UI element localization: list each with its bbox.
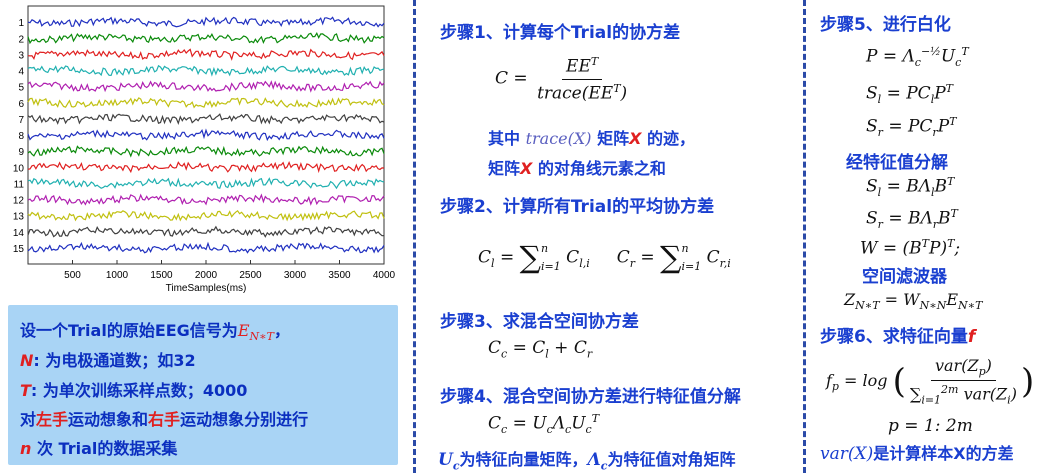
note-trace-2: 矩阵X 的对角线元素之和 xyxy=(488,159,666,178)
info-box: 设一个Trial的原始EEG信号为EN∗T， N: 为电极通道数；如32 T: … xyxy=(8,305,398,465)
step2-title: 步骤2、计算所有Trial的平均协方差 xyxy=(440,197,715,217)
eeg-channel-label: 9 xyxy=(18,147,24,158)
step6-title: 步骤6、求特征向量f xyxy=(820,327,976,347)
note-trace-1: 其中 trace(X) 矩阵X 的迹， xyxy=(488,129,695,148)
eigen-note: Uc为特征向量矩阵，Λc为特征值对角矩阵 xyxy=(438,450,736,473)
eeg-channel-label: 14 xyxy=(13,228,25,239)
eeg-x-axis-label: TimeSamples(ms) xyxy=(166,283,247,294)
eq-sl: Sl = PClPT xyxy=(866,82,954,107)
eeg-channel-label: 12 xyxy=(13,196,25,207)
eeg-x-tick-label: 1000 xyxy=(106,270,129,281)
eeg-channel-label: 3 xyxy=(18,50,24,61)
eq-whitening: P = Λc−½UcT xyxy=(866,45,969,70)
eeg-channel-label: 6 xyxy=(18,99,24,110)
eeg-x-tick-label: 3500 xyxy=(328,270,351,281)
info-line-3: T: 为单次训练采样点数；4000 xyxy=(20,381,248,400)
info-line-5: n 次 Trial的数据采集 xyxy=(20,439,178,458)
eq3-composite: Cc = Cl + Cr xyxy=(488,338,593,361)
eeg-channel-label: 2 xyxy=(18,34,24,45)
eeg-channel-label: 11 xyxy=(14,179,25,190)
eq2-average-covariance: Cl = ∑n i=1 Cl,i Cr = ∑n i=1 Cr,i xyxy=(478,240,731,276)
eq-w: W = (BTP)T; xyxy=(860,237,961,259)
eeg-plot: 1 2 3 4 5 6 7 8 9 10 11 12 13 14 15 500 1000 1500 2000 2500… xyxy=(6,4,396,294)
eq-sr: Sr = PCrPT xyxy=(866,115,957,140)
eeg-x-tick-label: 2500 xyxy=(239,270,262,281)
filter-title: 空间滤波器 xyxy=(862,267,947,287)
eeg-channel-label: 7 xyxy=(18,115,24,126)
eeg-channel-label: 4 xyxy=(18,67,24,78)
eq-sl-eig: Sl = BΛlBT xyxy=(866,175,955,200)
info-line-1: 设一个Trial的原始EEG信号为EN∗T， xyxy=(20,321,290,344)
eeg-channel-label: 10 xyxy=(13,163,25,174)
eeg-x-tick-label: 2000 xyxy=(195,270,218,281)
eeg-channel-label: 5 xyxy=(18,83,24,94)
divider-left xyxy=(413,0,416,473)
eq-feature: fp = log (var(Zp) ∑i=12m var(Zi)) xyxy=(826,356,1035,407)
step1-title: 步骤1、计算每个Trial的协方差 xyxy=(440,23,681,43)
step5-title: 步骤5、进行白化 xyxy=(820,15,951,35)
eq4-eigendecomp: Cc = UcΛcUcT xyxy=(488,412,600,437)
info-line-2: N: 为电极通道数；如32 xyxy=(20,351,196,370)
info-line-4: 对左手运动想象和右手运动想象分别进行 xyxy=(20,410,309,429)
divider-right xyxy=(803,0,806,473)
eq-z: ZN∗T = WN∗NEN∗T xyxy=(844,290,983,313)
eeg-plot-svg: 123456789101112131415500 1000 1500 2000 2500… xyxy=(13,5,396,294)
eeg-x-tick-label: 3000 xyxy=(284,270,307,281)
eeg-x-tick-label: 4000 xyxy=(373,270,396,281)
var-note: var(X)是计算样本X的方差 xyxy=(820,444,1014,464)
step4-title: 步骤4、混合空间协方差进行特征值分解 xyxy=(440,387,741,407)
eeg-channel-label: 15 xyxy=(13,244,25,255)
eig-title: 经特征值分解 xyxy=(846,153,948,173)
eeg-channel-label: 1 xyxy=(18,18,24,29)
eq-p-range: p = 1: 2m xyxy=(888,416,973,436)
eeg-x-tick-label: 1500 xyxy=(150,270,173,281)
eeg-x-tick-label: 500 xyxy=(64,270,81,281)
eeg-channel-label: 8 xyxy=(18,131,24,142)
eq1-covariance: C = EET trace(EET) xyxy=(495,55,628,104)
eq-sr-eig: Sr = BΛrBT xyxy=(866,207,958,232)
eeg-channel-label: 13 xyxy=(13,212,25,223)
step3-title: 步骤3、求混合空间协方差 xyxy=(440,312,639,332)
